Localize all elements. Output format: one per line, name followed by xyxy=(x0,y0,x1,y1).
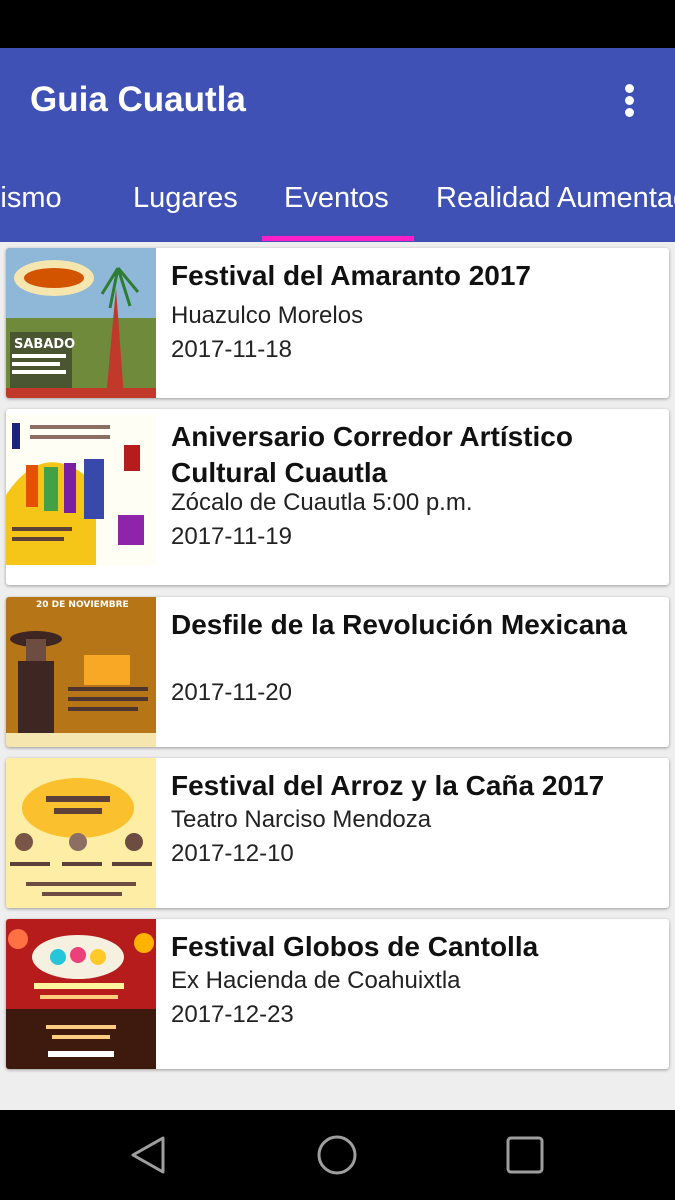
event-poster-image xyxy=(6,919,156,1069)
tab-eventos[interactable]: Eventos xyxy=(284,182,389,215)
app-title: Guia Cuautla xyxy=(30,80,246,119)
status-bar xyxy=(0,0,675,48)
event-place: Teatro Narciso Mendoza xyxy=(171,806,432,833)
event-poster-image: SABADO xyxy=(6,248,156,398)
tab-bar: Turismo Lugares Eventos Realidad Aumenta… xyxy=(0,154,675,242)
tab-turismo[interactable]: Turismo xyxy=(0,182,62,215)
events-list[interactable]: SABADO Festival del Amaranto 2017 Huazul… xyxy=(0,242,675,1110)
app-bar: Guia Cuautla xyxy=(0,48,675,154)
selected-tab-indicator xyxy=(262,236,414,241)
event-title: Festival del Arroz y la Caña 2017 xyxy=(171,770,605,801)
event-card[interactable]: Festival del Arroz y la Caña 2017 Teatro… xyxy=(6,758,669,908)
event-title: Festival Globos de Cantolla xyxy=(171,931,539,962)
event-card[interactable]: Aniversario Corredor Artístico Cultural … xyxy=(6,409,669,585)
event-place: Huazulco Morelos xyxy=(171,302,364,329)
event-title: Desfile de la Revolución Mexicana xyxy=(171,609,627,640)
event-title: Festival del Amaranto 2017 xyxy=(171,260,532,291)
tab-realidad-aumentada[interactable]: Realidad Aumentada xyxy=(436,182,675,215)
event-place: Zócalo de Cuautla 5:00 p.m. xyxy=(171,489,473,516)
poster-text: SABADO xyxy=(14,337,75,352)
system-nav-bar xyxy=(0,1110,675,1200)
event-poster-image xyxy=(6,758,156,908)
event-place: Ex Hacienda de Coahuixtla xyxy=(171,967,461,994)
event-poster-image xyxy=(6,415,156,565)
event-card[interactable]: 20 DE NOVIEMBRE Desfile de la Revolución… xyxy=(6,597,669,747)
recents-square-icon[interactable] xyxy=(502,1132,548,1178)
tab-lugares[interactable]: Lugares xyxy=(133,182,238,215)
event-date: 2017-11-19 xyxy=(171,523,292,550)
more-vert-icon[interactable] xyxy=(606,78,654,122)
poster-text: 20 DE NOVIEMBRE xyxy=(36,600,129,610)
event-date: 2017-12-10 xyxy=(171,840,294,867)
event-date: 2017-12-23 xyxy=(171,1001,294,1028)
event-card[interactable]: SABADO Festival del Amaranto 2017 Huazul… xyxy=(6,248,669,398)
event-card[interactable]: Festival Globos de Cantolla Ex Hacienda … xyxy=(6,919,669,1069)
event-date: 2017-11-20 xyxy=(171,679,292,706)
event-date: 2017-11-18 xyxy=(171,336,292,363)
home-circle-icon[interactable] xyxy=(314,1132,360,1178)
back-triangle-icon[interactable] xyxy=(127,1132,173,1178)
event-title: Aniversario Corredor Artístico Cultural … xyxy=(171,421,573,488)
event-poster-image: 20 DE NOVIEMBRE xyxy=(6,597,156,747)
